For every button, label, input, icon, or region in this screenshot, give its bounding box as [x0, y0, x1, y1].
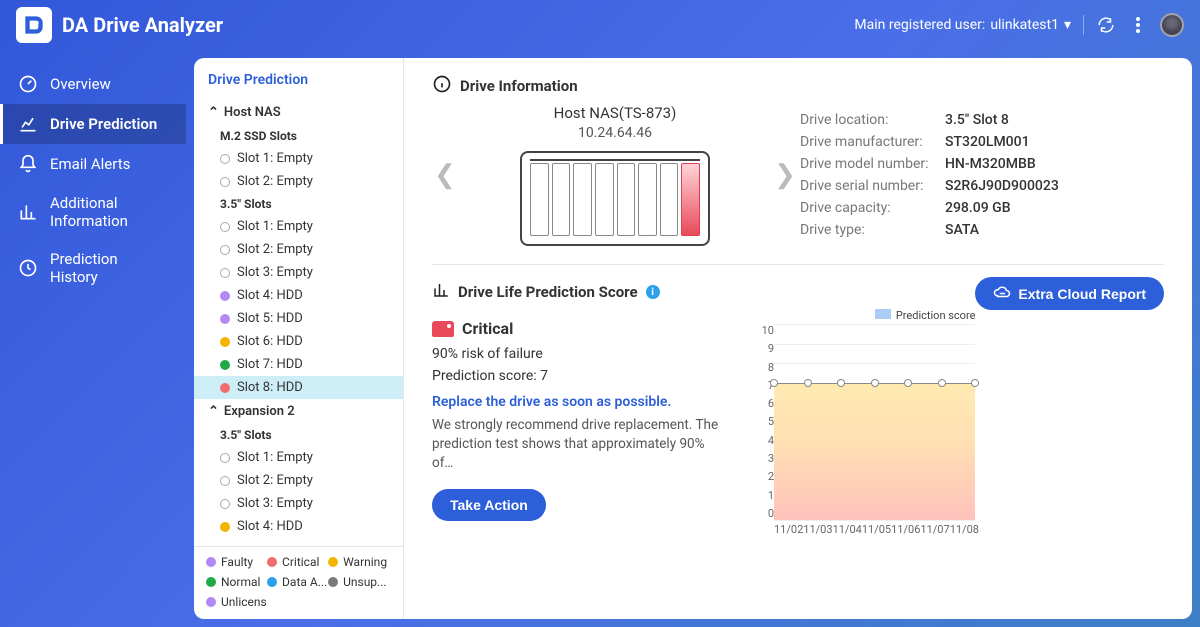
status-bullet: [220, 383, 230, 393]
risk-text: 90% risk of failure: [432, 346, 722, 362]
slot-item[interactable]: Slot 2: Empty: [194, 238, 403, 261]
slot-item[interactable]: Slot 3: Empty: [194, 492, 403, 515]
status-bullet: [220, 245, 230, 255]
drive-tree: Drive Prediction ⌃Host NASM.2 SSD SlotsS…: [194, 58, 404, 619]
nav-drive-prediction[interactable]: Drive Prediction: [0, 104, 186, 144]
status-badge: Critical: [432, 319, 722, 338]
legend-item: Normal: [206, 575, 267, 589]
chart-line-icon: [18, 114, 38, 134]
take-action-button[interactable]: Take Action: [432, 489, 546, 521]
app-logo: [16, 7, 52, 43]
bar-chart-icon: [432, 281, 450, 303]
next-nas-button[interactable]: ❯: [772, 160, 798, 190]
slot-item[interactable]: Slot 8: HDD: [194, 376, 403, 399]
prediction-title: Drive Life Prediction Score i: [432, 281, 975, 303]
more-icon[interactable]: [1128, 15, 1148, 35]
user-dropdown[interactable]: Main registered user: ulinkatest1 ▾: [854, 17, 1071, 33]
nav-email-alerts[interactable]: Email Alerts: [0, 144, 186, 184]
slot-item[interactable]: Slot 2: Empty: [194, 170, 403, 193]
legend-item: Unlicensed: [206, 595, 267, 609]
status-bullet: [220, 522, 230, 532]
status-bullet: [220, 360, 230, 370]
tree-title: Drive Prediction: [194, 58, 403, 100]
prediction-chart: 109876543210 11/0211/0311/0411/0511/0611…: [752, 324, 975, 534]
status-bullet: [220, 499, 230, 509]
slot-item[interactable]: Slot 2: Empty: [194, 469, 403, 492]
slot-item[interactable]: Slot 1: Empty: [194, 215, 403, 238]
score-text: Prediction score: 7: [432, 368, 722, 384]
chevron-down-icon: ▾: [1064, 17, 1071, 33]
bar-chart-icon: [18, 202, 38, 222]
slot-item[interactable]: Slot 3: Empty: [194, 261, 403, 284]
status-bullet: [220, 453, 230, 463]
prediction-headline: Replace the drive as soon as possible.: [432, 394, 722, 410]
nav-overview[interactable]: Overview: [0, 64, 186, 104]
nas-diagram: [520, 151, 710, 246]
drive-information-title: Drive Information: [432, 74, 1164, 98]
slot-item[interactable]: Slot 4: HDD: [194, 284, 403, 307]
status-bullet: [220, 154, 230, 164]
refresh-icon[interactable]: [1096, 15, 1116, 35]
tree-section[interactable]: ⌃Expansion 2: [194, 399, 403, 424]
drive-critical-icon: [432, 321, 454, 337]
status-bullet: [220, 222, 230, 232]
prediction-body: We strongly recommend drive replacement.…: [432, 416, 722, 473]
legend-item: Faulty: [206, 555, 267, 569]
slot-item[interactable]: Slot 6: HDD: [194, 330, 403, 353]
tree-section[interactable]: ⌃Host NAS: [194, 100, 403, 125]
chevron-up-icon: ⌃: [208, 105, 219, 120]
status-bullet: [220, 291, 230, 301]
status-bullet: [220, 268, 230, 278]
status-bullet: [220, 314, 230, 324]
chart-legend: Prediction score: [752, 309, 975, 322]
legend-item: Unsup...: [328, 575, 389, 589]
sidebar: Overview Drive Prediction Email Alerts A…: [0, 50, 186, 627]
legend-item: Warning: [328, 555, 389, 569]
help-icon[interactable]: i: [646, 285, 660, 299]
nas-ip: 10.24.64.46: [460, 125, 770, 141]
app-title: DA Drive Analyzer: [62, 13, 223, 37]
nav-prediction-history[interactable]: Prediction History: [0, 240, 186, 296]
status-bullet: [220, 337, 230, 347]
slot-item[interactable]: Slot 1: Empty: [194, 147, 403, 170]
status-bullet: [220, 177, 230, 187]
info-icon: [432, 74, 452, 98]
chevron-up-icon: ⌃: [208, 404, 219, 419]
slot-item[interactable]: Slot 4: HDD: [194, 515, 403, 538]
legend-item: Critical: [267, 555, 328, 569]
prev-nas-button[interactable]: ❮: [432, 160, 458, 190]
slot-item[interactable]: Slot 1: Empty: [194, 446, 403, 469]
nav-additional-info[interactable]: Additional Information: [0, 184, 186, 240]
slot-item[interactable]: Slot 7: HDD: [194, 353, 403, 376]
clock-icon: [18, 258, 38, 278]
slot-item[interactable]: Slot 5: HDD: [194, 307, 403, 330]
bell-icon: [18, 154, 38, 174]
extra-cloud-report-button[interactable]: Extra Cloud Report: [975, 277, 1164, 310]
nas-name: Host NAS(TS-873): [460, 104, 770, 122]
status-bullet: [220, 476, 230, 486]
user-avatar[interactable]: [1160, 13, 1184, 37]
gauge-icon: [18, 74, 38, 94]
legend-item: Data A...: [267, 575, 328, 589]
cloud-report-icon: [993, 285, 1011, 302]
